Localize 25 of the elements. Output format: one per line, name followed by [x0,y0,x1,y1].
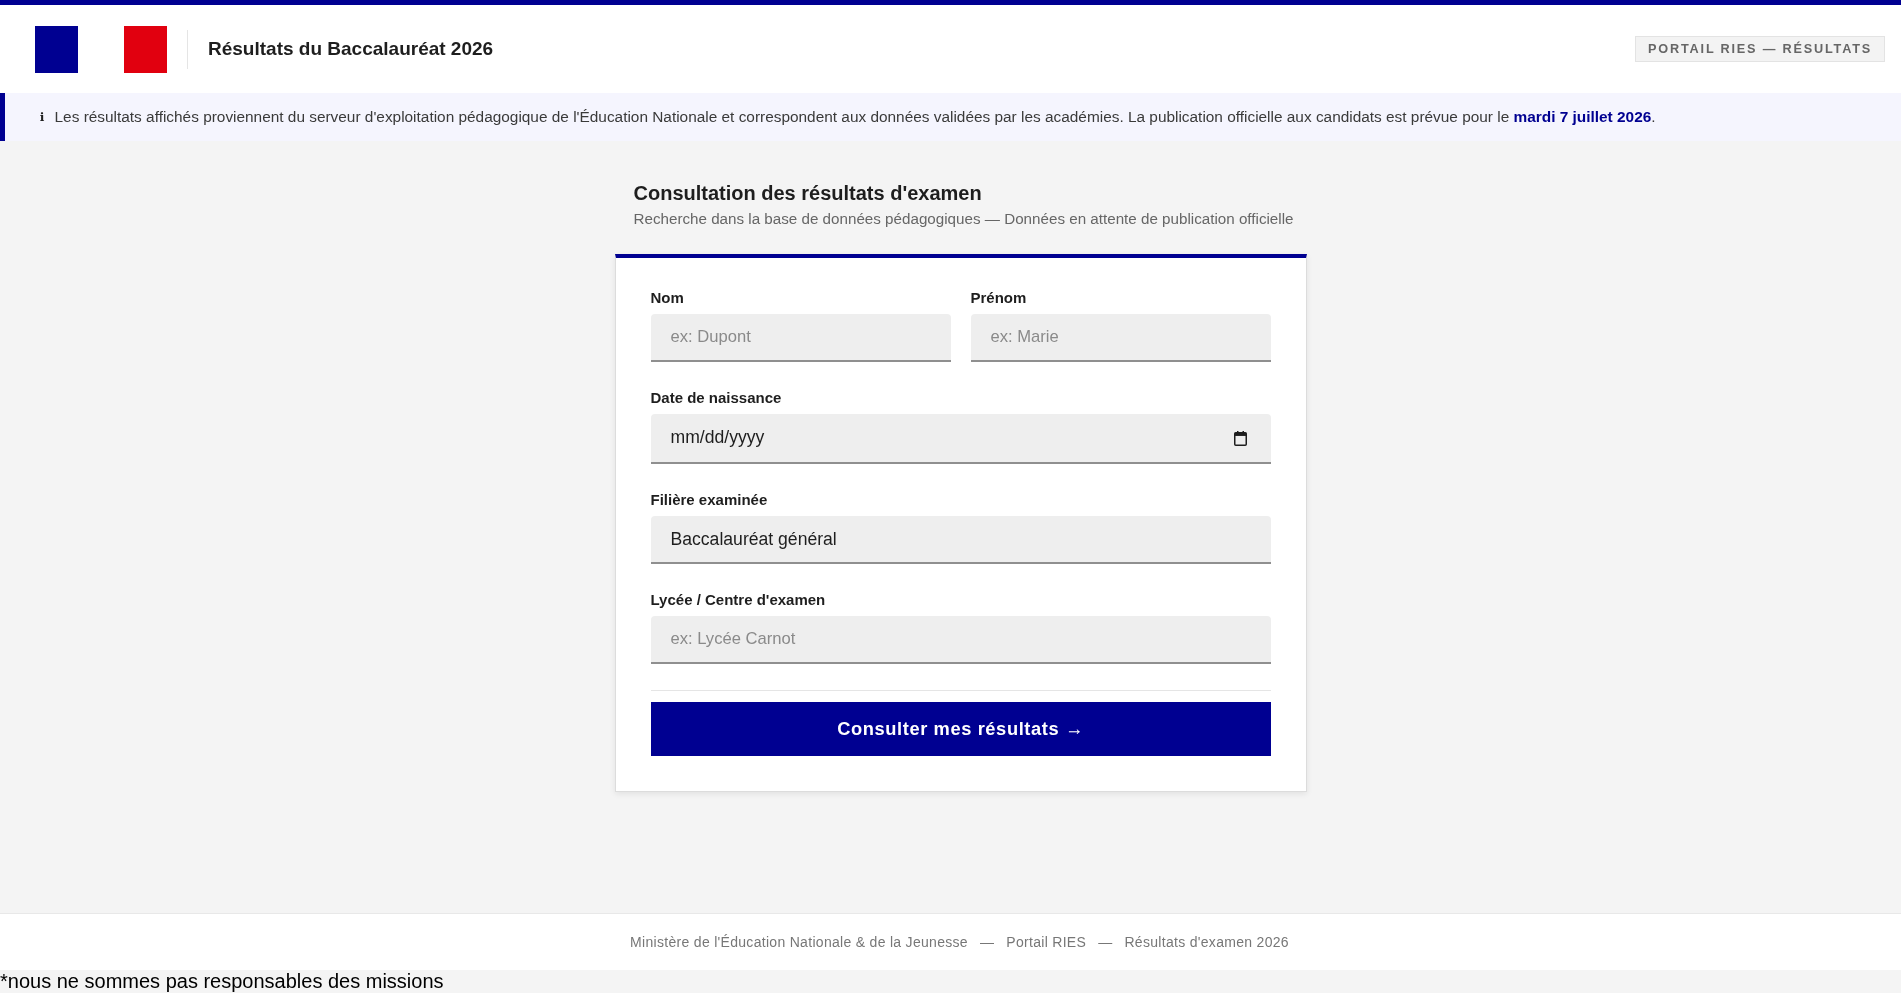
footer-text: Résultats d'examen 2026 [1124,932,1289,952]
form-subtitle: Recherche dans la base de données pédagogiques — Données en attente de publication officielle [633,209,1295,229]
select-field[interactable]: Baccalauréat général [650,515,1271,564]
page-title: Résultats du Baccalauréat 2026 [208,36,494,61]
date-field[interactable]: mm/dd/yyyy [650,413,1271,464]
field-label: Filière examinée [650,490,769,508]
input-field[interactable]: ex: Lycée Carnot [650,615,1271,664]
portal-tag: PORTAIL RIES — RÉSULTATS [1635,36,1885,62]
flag-icon [35,25,167,73]
submit-button[interactable]: Consulter mes résultats → [650,701,1271,756]
disclaimer-text: *nous ne sommes pas responsables des missions [0,970,445,993]
field-label: Lycée / Centre d'examen [650,590,827,608]
footer-separator: — [979,932,995,952]
input-field[interactable]: ex: Marie [970,313,1271,362]
field-label: Nom [650,288,685,306]
calendar-icon[interactable] [1233,430,1247,446]
field-label: Prénom [970,288,1028,306]
form-title: Consultation des résultats d'examen [633,181,983,205]
footer-separator: — [1098,932,1113,952]
notice-text: Les résultats affichés proviennent du serveur d'exploitation pédagogique de l'Éducation Nationale et correspondent aux données validées par les académies. La publication officielle aux candidats est prévue pour le mardi 7 juillet 2026. [54,107,1656,128]
info-icon: ℹ [40,108,45,126]
footer-text: Ministère de l'Éducation Nationale & de la Jeunesse [630,932,968,952]
field-label: Date de naissance [650,388,783,406]
footer-text: Portail RIES [1006,932,1087,952]
input-field[interactable]: ex: Dupont [650,313,951,362]
